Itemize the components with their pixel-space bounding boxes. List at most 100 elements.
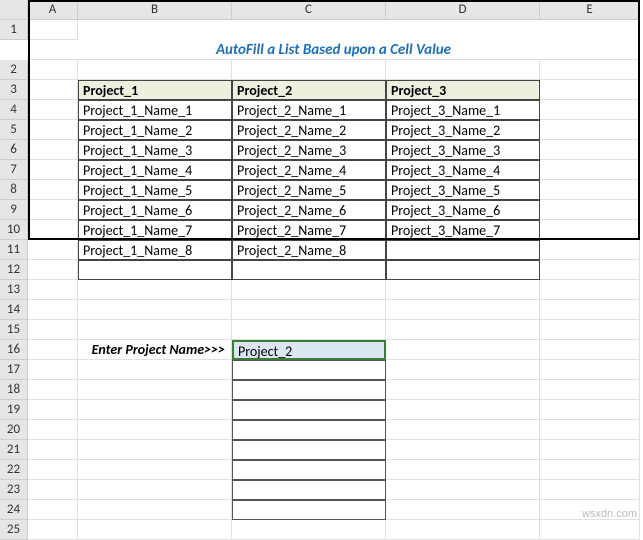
result-cell[interactable] bbox=[232, 360, 386, 380]
cell-e4[interactable] bbox=[540, 100, 640, 120]
table-cell[interactable]: Project_1_Name_6 bbox=[78, 200, 232, 220]
cell-e20[interactable] bbox=[540, 420, 640, 440]
cell-b13[interactable] bbox=[78, 280, 232, 300]
cell-e17[interactable] bbox=[540, 360, 640, 380]
table-cell[interactable]: Project_2_Name_1 bbox=[232, 100, 386, 120]
row-header-16[interactable]: 16 bbox=[0, 340, 28, 360]
row-header-2[interactable]: 2 bbox=[0, 60, 28, 80]
cell-c13[interactable] bbox=[232, 280, 386, 300]
cell-b17[interactable] bbox=[78, 360, 232, 380]
row-header-3[interactable]: 3 bbox=[0, 80, 28, 100]
row-header-25[interactable]: 25 bbox=[0, 520, 28, 540]
row-header-8[interactable]: 8 bbox=[0, 180, 28, 200]
table-cell[interactable]: Project_2_Name_7 bbox=[232, 220, 386, 240]
cell-e19[interactable] bbox=[540, 400, 640, 420]
row-header-10[interactable]: 10 bbox=[0, 220, 28, 240]
result-cell[interactable] bbox=[232, 400, 386, 420]
cell-e13[interactable] bbox=[540, 280, 640, 300]
table-header-b[interactable]: Project_1 bbox=[78, 80, 232, 100]
result-cell[interactable] bbox=[232, 480, 386, 500]
column-header-d[interactable]: D bbox=[386, 0, 540, 20]
row-header-14[interactable]: 14 bbox=[0, 300, 28, 320]
result-cell[interactable] bbox=[232, 420, 386, 440]
cell-e6[interactable] bbox=[540, 140, 640, 160]
table-cell[interactable]: Project_2_Name_3 bbox=[232, 140, 386, 160]
row-header-15[interactable]: 15 bbox=[0, 320, 28, 340]
cell-e12[interactable] bbox=[540, 260, 640, 280]
table-cell[interactable]: Project_3_Name_4 bbox=[386, 160, 540, 180]
result-cell[interactable] bbox=[232, 440, 386, 460]
cell-d19[interactable] bbox=[386, 400, 540, 420]
table-cell[interactable]: Project_3_Name_2 bbox=[386, 120, 540, 140]
table-cell[interactable]: Project_2_Name_6 bbox=[232, 200, 386, 220]
table-cell[interactable]: Project_2_Name_5 bbox=[232, 180, 386, 200]
cell-d21[interactable] bbox=[386, 440, 540, 460]
table-cell[interactable]: Project_3_Name_6 bbox=[386, 200, 540, 220]
row-header-13[interactable]: 13 bbox=[0, 280, 28, 300]
table-cell[interactable]: Project_1_Name_4 bbox=[78, 160, 232, 180]
row-header-1[interactable]: 1 bbox=[0, 20, 28, 40]
row-header-21[interactable]: 21 bbox=[0, 440, 28, 460]
cell-c2[interactable] bbox=[232, 60, 386, 80]
cell-e10[interactable] bbox=[540, 220, 640, 240]
row-header-23[interactable]: 23 bbox=[0, 480, 28, 500]
row-header-5[interactable]: 5 bbox=[0, 120, 28, 140]
cell-a3[interactable] bbox=[28, 80, 78, 100]
row-header-20[interactable]: 20 bbox=[0, 420, 28, 440]
cell-b23[interactable] bbox=[78, 480, 232, 500]
row-header-11[interactable]: 11 bbox=[0, 240, 28, 260]
cell-a2[interactable] bbox=[28, 60, 78, 80]
cell-b2[interactable] bbox=[78, 60, 232, 80]
cell-a6[interactable] bbox=[28, 140, 78, 160]
cell-a13[interactable] bbox=[28, 280, 78, 300]
table-cell[interactable]: Project_1_Name_8 bbox=[78, 240, 232, 260]
row-header-24[interactable]: 24 bbox=[0, 500, 28, 520]
row-header-18[interactable]: 18 bbox=[0, 380, 28, 400]
cell-a17[interactable] bbox=[28, 360, 78, 380]
table-cell[interactable]: Project_3_Name_7 bbox=[386, 220, 540, 240]
table-cell[interactable]: Project_3_Name_1 bbox=[386, 100, 540, 120]
row-header-4[interactable]: 4 bbox=[0, 100, 28, 120]
cell-d2[interactable] bbox=[386, 60, 540, 80]
cell-b21[interactable] bbox=[78, 440, 232, 460]
cell-a14[interactable] bbox=[28, 300, 78, 320]
table-cell-empty[interactable] bbox=[386, 260, 540, 280]
table-cell[interactable]: Project_1_Name_2 bbox=[78, 120, 232, 140]
cell-a10[interactable] bbox=[28, 220, 78, 240]
table-cell[interactable]: Project_2_Name_2 bbox=[232, 120, 386, 140]
cell-b22[interactable] bbox=[78, 460, 232, 480]
cell-e14[interactable] bbox=[540, 300, 640, 320]
table-cell[interactable]: Project_1_Name_5 bbox=[78, 180, 232, 200]
cell-d14[interactable] bbox=[386, 300, 540, 320]
cell-e11[interactable] bbox=[540, 240, 640, 260]
cell-d25[interactable] bbox=[386, 520, 540, 540]
cell-c15[interactable] bbox=[232, 320, 386, 340]
cell-a25[interactable] bbox=[28, 520, 78, 540]
cell-d20[interactable] bbox=[386, 420, 540, 440]
cell-a7[interactable] bbox=[28, 160, 78, 180]
table-cell[interactable]: Project_1_Name_3 bbox=[78, 140, 232, 160]
cell-a16[interactable] bbox=[28, 340, 78, 360]
row-header-7[interactable]: 7 bbox=[0, 160, 28, 180]
row-header-12[interactable]: 12 bbox=[0, 260, 28, 280]
cell-a23[interactable] bbox=[28, 480, 78, 500]
table-header-d[interactable]: Project_3 bbox=[386, 80, 540, 100]
table-cell[interactable] bbox=[386, 240, 540, 260]
table-cell[interactable]: Project_2_Name_4 bbox=[232, 160, 386, 180]
result-cell[interactable] bbox=[232, 380, 386, 400]
cell-d18[interactable] bbox=[386, 380, 540, 400]
table-cell[interactable]: Project_3_Name_5 bbox=[386, 180, 540, 200]
cell-a18[interactable] bbox=[28, 380, 78, 400]
cell-a5[interactable] bbox=[28, 120, 78, 140]
table-cell-empty[interactable] bbox=[78, 260, 232, 280]
cell-a24[interactable] bbox=[28, 500, 78, 520]
row-header-6[interactable]: 6 bbox=[0, 140, 28, 160]
cell-e7[interactable] bbox=[540, 160, 640, 180]
cell-a19[interactable] bbox=[28, 400, 78, 420]
cell-a1[interactable] bbox=[28, 20, 78, 40]
table-cell[interactable]: Project_2_Name_8 bbox=[232, 240, 386, 260]
table-header-c[interactable]: Project_2 bbox=[232, 80, 386, 100]
cell-b14[interactable] bbox=[78, 300, 232, 320]
cell-a9[interactable] bbox=[28, 200, 78, 220]
cell-e21[interactable] bbox=[540, 440, 640, 460]
